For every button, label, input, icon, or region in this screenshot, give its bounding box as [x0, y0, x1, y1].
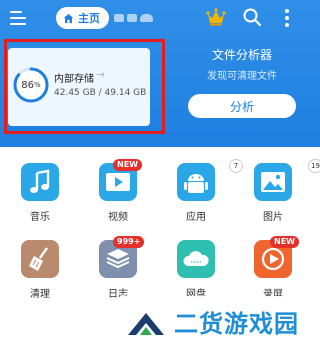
analyze-button[interactable]: 分析	[188, 94, 296, 118]
header-panel: 主页 86% 内部存储 → 42.45 GB / 49.14 GB 文件分析器 …	[0, 0, 320, 147]
count-badge: 999+	[113, 236, 145, 248]
more-options-icon[interactable]	[285, 9, 289, 27]
breadcrumb: 主页	[56, 7, 153, 29]
category-music[interactable]: 音乐	[3, 150, 73, 223]
watermark-text: 二货游戏园	[174, 310, 299, 338]
file-analyzer-title: 文件分析器	[211, 48, 272, 62]
watermark-logo-icon	[128, 312, 164, 335]
category-cloud-drive[interactable]: 网盘	[159, 227, 229, 300]
category-log[interactable]: 999+ 日志	[81, 227, 151, 300]
chat-icon	[114, 14, 124, 22]
category-label: 音乐	[30, 212, 50, 223]
top-bar: 主页	[0, 0, 320, 36]
broom-icon	[21, 240, 59, 278]
count-badge: 19	[308, 159, 320, 173]
music-icon	[21, 163, 59, 201]
home-breadcrumb[interactable]: 主页	[56, 7, 109, 29]
new-badge: NEW	[113, 159, 142, 171]
category-label: 图片	[263, 212, 283, 223]
category-clean[interactable]: 清理	[3, 227, 73, 300]
category-apps[interactable]: 7 应用	[159, 150, 243, 223]
highlight-box	[4, 39, 165, 134]
category-video[interactable]: NEW 视频	[81, 150, 151, 223]
cloud-drive-icon	[177, 240, 215, 278]
category-images[interactable]: 19 图片	[236, 150, 320, 223]
search-icon[interactable]	[242, 7, 262, 27]
chat-icon	[127, 14, 137, 22]
home-breadcrumb-label: 主页	[78, 12, 100, 25]
image-icon	[254, 163, 292, 201]
category-label: 视频	[108, 212, 128, 223]
cloud-icon	[140, 14, 153, 22]
android-icon	[177, 163, 215, 201]
new-badge: NEW	[270, 236, 299, 248]
category-label: 清理	[30, 289, 50, 300]
breadcrumb-path-icons	[114, 14, 153, 22]
crown-icon[interactable]	[206, 8, 226, 26]
file-analyzer-subtitle: 发现可清理文件	[207, 71, 277, 82]
watermark: 二货游戏园	[120, 296, 320, 347]
category-label: 应用	[186, 212, 206, 223]
category-screen-record[interactable]: NEW 录屏	[236, 227, 306, 300]
home-icon	[63, 13, 74, 23]
menu-icon[interactable]	[10, 9, 28, 27]
